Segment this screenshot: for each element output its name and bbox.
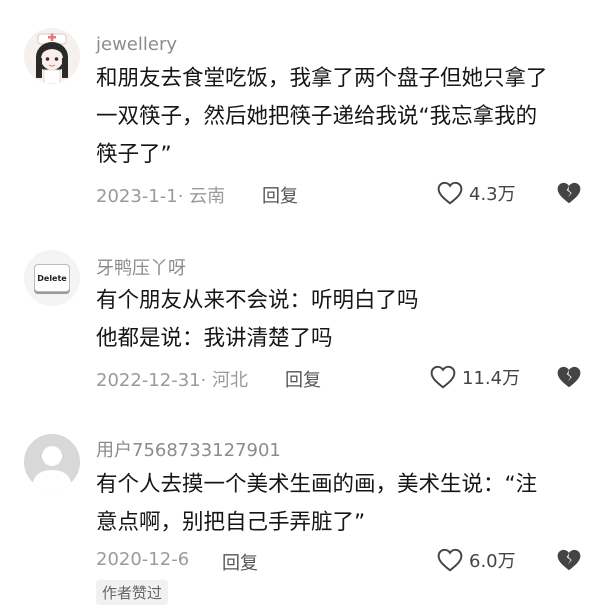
dislike-button[interactable] (556, 548, 582, 576)
dislike-button[interactable] (556, 365, 582, 393)
comment-date: 2020-12-6 (96, 549, 190, 570)
reply-button[interactable]: 回复 (262, 182, 298, 208)
broken-heart-icon (557, 366, 581, 388)
reply-button[interactable]: 回复 (222, 549, 258, 575)
comment-username[interactable]: 牙鸭压丫呀 (96, 254, 186, 280)
broken-heart-icon (557, 182, 581, 204)
reply-button[interactable]: 回复 (285, 366, 321, 392)
broken-heart-icon (557, 549, 581, 571)
comment-text-line: 有个朋友从来不会说：听明白了吗 (96, 288, 419, 313)
comment-text-line: 有个人去摸一个美术生画的画，美术生说：“注 (96, 472, 538, 497)
comment-item: 用户7568733127901 有个人去摸一个美术生画的画，美术生说：“注 意点… (0, 410, 608, 614)
comment-text-line: 意点啊，别把自己手弄脏了” (96, 510, 366, 535)
comment-date: 2023-1-1 (96, 186, 178, 207)
comment-meta: 2023-1-1· 云南 (96, 182, 225, 208)
like-button[interactable]: 4.3万 (437, 180, 516, 206)
comment-meta: 2020-12-6 (96, 549, 189, 570)
comment-content: 有个人去摸一个美术生画的画，美术生说：“注 意点啊，别把自己手弄脏了” (96, 466, 537, 542)
comment-text-line: 他都是说：我讲清楚了吗 (96, 326, 333, 351)
like-button[interactable]: 11.4万 (430, 364, 520, 390)
comment-text-line: 筷子了” (96, 142, 172, 167)
comment-location: · 云南 (177, 186, 226, 207)
comment-username[interactable]: 用户7568733127901 (96, 436, 281, 462)
comment-text-line: 和朋友去食堂吃饭，我拿了两个盘子但她只拿了 (96, 66, 548, 91)
comment-username[interactable]: jewellery (96, 34, 177, 55)
delete-key-avatar-icon[interactable]: Delete (24, 250, 80, 306)
comment-text-line: 一双筷子，然后她把筷子递给我说“我忘拿我的 (96, 104, 538, 129)
heart-icon (437, 548, 463, 572)
comment-location: · 河北 (200, 370, 249, 391)
like-count: 11.4万 (462, 368, 521, 389)
like-button[interactable]: 6.0万 (437, 547, 516, 573)
comment-content: 和朋友去食堂吃饭，我拿了两个盘子但她只拿了 一双筷子，然后她把筷子递给我说“我忘… (96, 60, 548, 174)
heart-icon (430, 365, 456, 389)
comment-item: Delete 牙鸭压丫呀 有个朋友从来不会说：听明白了吗 他都是说：我讲清楚了吗… (0, 210, 608, 410)
heart-icon (437, 181, 463, 205)
delete-key-label: Delete (37, 273, 67, 283)
default-user-avatar-icon[interactable] (24, 434, 80, 490)
author-liked-badge: 作者赞过 (96, 580, 169, 605)
comment-meta: 2022-12-31· 河北 (96, 366, 248, 392)
dislike-button[interactable] (556, 181, 582, 209)
like-count: 6.0万 (469, 551, 516, 572)
comment-item: jewellery 和朋友去食堂吃饭，我拿了两个盘子但她只拿了 一双筷子，然后她… (0, 0, 608, 210)
comment-date: 2022-12-31 (96, 370, 201, 391)
like-count: 4.3万 (469, 184, 516, 205)
anime-girl-avatar-icon[interactable] (24, 28, 80, 84)
comment-content: 有个朋友从来不会说：听明白了吗 他都是说：我讲清楚了吗 (96, 282, 419, 358)
